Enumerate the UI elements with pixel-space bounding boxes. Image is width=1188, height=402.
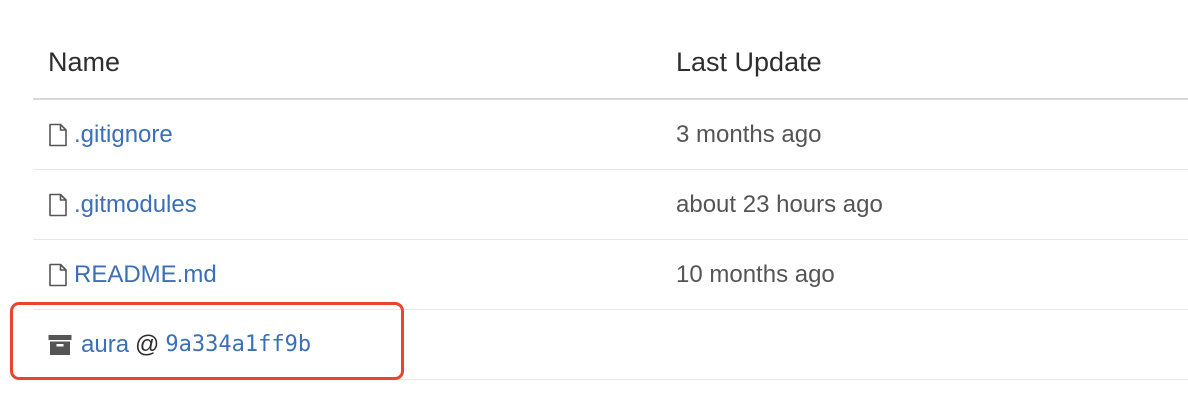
file-name: README.md <box>74 260 217 288</box>
submodule-entry: aura @ 9a334a1ff9b <box>48 331 311 359</box>
file-icon <box>49 193 67 216</box>
submodule-name-link[interactable]: aura <box>81 331 129 359</box>
table-header: Name Last Update <box>33 0 1188 100</box>
table-row-submodule: aura @ 9a334a1ff9b <box>33 310 1188 380</box>
file-link-readme[interactable]: README.md <box>48 261 217 289</box>
name-cell: .gitignore <box>48 100 173 169</box>
last-update-cell: 3 months ago <box>676 120 822 148</box>
last-update-cell: about 23 hours ago <box>676 190 883 218</box>
name-cell: aura @ 9a334a1ff9b <box>48 310 311 379</box>
file-table: Name Last Update .gitignore 3 months ago… <box>33 0 1188 380</box>
table-row: README.md 10 months ago <box>33 240 1188 310</box>
submodule-commit-link[interactable]: 9a334a1ff9b <box>165 332 311 357</box>
column-header-name: Name <box>48 47 121 77</box>
file-icon <box>49 263 67 286</box>
name-cell: .gitmodules <box>48 170 197 239</box>
name-cell: README.md <box>48 240 217 309</box>
file-icon <box>49 123 67 146</box>
column-header-last-update: Last Update <box>676 47 822 77</box>
table-row: .gitignore 3 months ago <box>33 100 1188 170</box>
file-name: .gitignore <box>74 120 173 148</box>
file-name: .gitmodules <box>74 190 197 218</box>
submodule-separator: @ <box>135 330 160 358</box>
table-row: .gitmodules about 23 hours ago <box>33 170 1188 240</box>
file-link-gitignore[interactable]: .gitignore <box>48 121 173 149</box>
last-update-cell: 10 months ago <box>676 260 835 288</box>
archive-box-icon <box>48 334 72 355</box>
file-link-gitmodules[interactable]: .gitmodules <box>48 191 197 219</box>
